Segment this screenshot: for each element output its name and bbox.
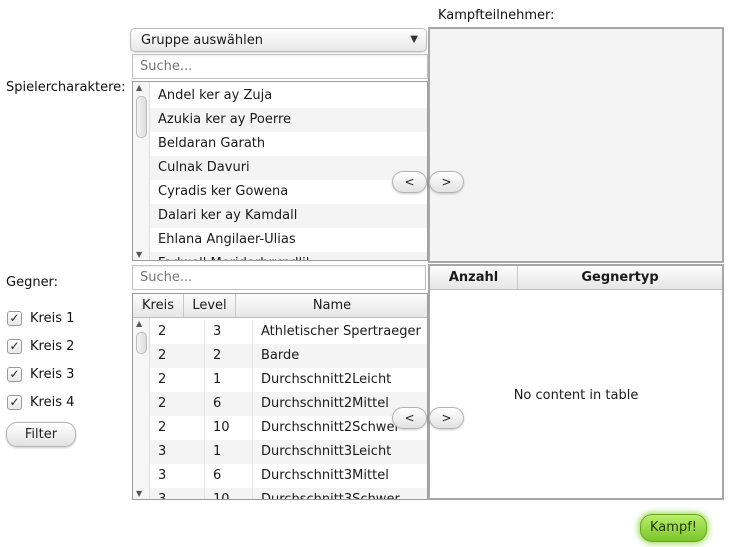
gegner-label: Gegner: (6, 275, 59, 290)
move-left-button[interactable]: < (392, 171, 427, 193)
move-right-button[interactable]: > (429, 407, 464, 429)
table-row[interactable]: 2 6 Durchschnitt2Mittel (150, 392, 427, 416)
player-list-item[interactable]: Andel ker ay Zuja (150, 84, 427, 108)
group-select-value: Gruppe auswählen (141, 33, 263, 48)
kreis-1-label: Kreis 1 (30, 311, 75, 326)
player-list-scrollbar[interactable]: ▲ ▼ (133, 82, 150, 260)
player-list-item[interactable]: Dalari ker ay Kamdall (150, 204, 427, 228)
cell-kreis: 2 (150, 416, 205, 440)
scroll-down-icon[interactable]: ▼ (136, 489, 142, 498)
kampf-button[interactable]: Kampf! (640, 514, 707, 542)
kreis-3-label: Kreis 3 (30, 367, 75, 382)
table-row[interactable]: 3 6 Durchschnitt3Mittel (150, 464, 427, 488)
kreis-4-checkbox[interactable]: ✓ (7, 395, 22, 410)
player-list-item[interactable]: Cyradis ker Gowena (150, 180, 427, 204)
column-header-kreis[interactable]: Kreis (133, 294, 184, 318)
cell-name: Durchschnitt3Leicht (261, 444, 392, 459)
opponent-table-scrollbar[interactable]: ▲ ▼ (133, 318, 150, 499)
cell-name: Durchschnitt3Schwer (261, 492, 400, 500)
scroll-down-icon[interactable]: ▼ (136, 250, 142, 259)
selected-opponents-table[interactable]: Anzahl Gegnertyp No content in table (428, 264, 724, 500)
cell-level: 6 (205, 464, 253, 488)
opponent-search-input[interactable] (132, 265, 426, 290)
kreis-2-label: Kreis 2 (30, 339, 75, 354)
column-header-gegnertyp[interactable]: Gegnertyp (518, 266, 722, 290)
player-search-input[interactable] (132, 54, 428, 79)
table-row[interactable]: 2 3 Athletischer Spertraeger (150, 320, 427, 344)
table-row[interactable]: 3 1 Durchschnitt3Leicht (150, 440, 427, 464)
cell-level: 2 (205, 344, 253, 368)
opponent-table[interactable]: Kreis Level Name ▲ ▼ 2 3 Athletischer Sp… (132, 293, 428, 500)
move-left-button[interactable]: < (392, 407, 427, 429)
kampfteilnehmer-panel (428, 27, 724, 263)
column-header-anzahl[interactable]: Anzahl (430, 266, 518, 290)
cell-level: 1 (205, 440, 253, 464)
cell-name: Barde (261, 348, 300, 363)
chevron-down-icon: ▼ (410, 34, 418, 45)
cell-kreis: 3 (150, 488, 205, 499)
cell-level: 10 (205, 416, 253, 440)
cell-name: Durchschnitt2Leicht (261, 372, 392, 387)
cell-kreis: 2 (150, 368, 205, 392)
table-row[interactable]: 2 10 Durchschnitt2Schwer (150, 416, 427, 440)
player-list[interactable]: ▲ ▼ Andel ker ay Zuja Azukia ker ay Poer… (132, 81, 428, 261)
spielercharaktere-label: Spielercharaktere: (6, 80, 126, 95)
column-header-level[interactable]: Level (184, 294, 236, 318)
scrollbar-thumb[interactable] (136, 96, 147, 138)
empty-table-placeholder: No content in table (513, 388, 639, 403)
cell-level: 1 (205, 368, 253, 392)
scroll-up-icon[interactable]: ▲ (136, 319, 142, 328)
table-row[interactable]: 2 2 Barde (150, 344, 427, 368)
table-row[interactable]: 3 10 Durchschnitt3Schwer (150, 488, 427, 500)
cell-kreis: 2 (150, 344, 205, 368)
cell-level: 6 (205, 392, 253, 416)
cell-kreis: 2 (150, 320, 205, 344)
cell-name: Athletischer Spertraeger (261, 324, 421, 339)
kreis-2-checkbox[interactable]: ✓ (7, 339, 22, 354)
cell-name: Durchschnitt3Mittel (261, 468, 389, 483)
cell-level: 3 (205, 320, 253, 344)
cell-kreis: 2 (150, 392, 205, 416)
kampfteilnehmer-label: Kampfteilnehmer: (438, 8, 555, 23)
column-header-name[interactable]: Name (236, 294, 427, 318)
player-list-item[interactable]: Azukia ker ay Poerre (150, 108, 427, 132)
scroll-up-icon[interactable]: ▲ (136, 83, 142, 92)
group-select[interactable]: Gruppe auswählen ▼ (130, 28, 427, 52)
filter-button[interactable]: Filter (6, 422, 76, 447)
player-list-item[interactable]: Beldaran Garath (150, 132, 427, 156)
kreis-1-checkbox[interactable]: ✓ (7, 311, 22, 326)
cell-kreis: 3 (150, 464, 205, 488)
table-row[interactable]: 2 1 Durchschnitt2Leicht (150, 368, 427, 392)
cell-level: 10 (205, 488, 253, 499)
player-list-item[interactable]: Culnak Davuri (150, 156, 427, 180)
kreis-3-checkbox[interactable]: ✓ (7, 367, 22, 382)
move-right-button[interactable]: > (429, 171, 464, 193)
player-list-item[interactable]: Fadwell Meridorbrundlil (150, 252, 427, 260)
scrollbar-thumb[interactable] (136, 332, 147, 354)
cell-kreis: 3 (150, 440, 205, 464)
player-list-item[interactable]: Ehlana Angilaer-Ulias (150, 228, 427, 252)
kreis-4-label: Kreis 4 (30, 395, 75, 410)
